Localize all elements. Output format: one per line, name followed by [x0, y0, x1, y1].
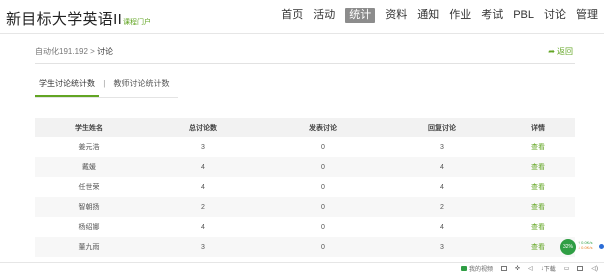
pin-icon[interactable]: ✜ [515, 265, 520, 272]
back-arrow-icon: ➦ [548, 47, 555, 56]
breadcrumb-bar: 自动化191.192 > 讨论 ➦ 返回 [35, 44, 575, 64]
table-row: 杨绍娜 4 0 4 查看 [35, 217, 575, 237]
col-replied: 回复讨论 [383, 118, 501, 137]
cell-total: 3 [143, 237, 263, 257]
table-row: 戴媛 4 0 4 查看 [35, 157, 575, 177]
cell-replied: 3 [383, 237, 501, 257]
stat-tabs: 学生讨论统计数 | 教师讨论统计数 [35, 78, 174, 98]
cell-posted: 0 [263, 157, 383, 177]
breadcrumb: 自动化191.192 > 讨论 [35, 46, 113, 57]
download-label: 下载 [543, 267, 556, 273]
browser-statusbar: 我的视频 ✜ ◁ ↓ 下载 ▭ ◁) [0, 262, 604, 273]
table-row: 任世荣 4 0 4 查看 [35, 177, 575, 197]
view-detail-link[interactable]: 查看 [501, 217, 575, 237]
cell-posted: 0 [321, 183, 325, 191]
cell-name: 戴媛 [35, 157, 143, 177]
discussion-stats-table: 学生姓名 总讨论数 发表讨论 回复讨论 详情 姜元浩 3 0 3 查看 戴媛 4 0 4 查看 任世… [35, 118, 575, 257]
tabs-divider [35, 97, 178, 98]
cell-name: 董九雨 [35, 237, 143, 257]
net-speed: ↑ 0.0K/s ↓ 0.0K/s [578, 240, 592, 250]
nav-item-6[interactable]: 考试 [481, 8, 503, 23]
view-detail-link[interactable]: 查看 [501, 197, 575, 217]
tablet-icon[interactable]: ▭ [564, 265, 570, 272]
top-navbar: 新目标大学英语II课程门户 首页 活动 统计 资料 通知 作业 考试 PBL 讨论 管理 [0, 0, 604, 34]
breadcrumb-current: 讨论 [97, 47, 114, 56]
breadcrumb-parent[interactable]: 自动化191.192 [35, 47, 88, 56]
nav-item-0[interactable]: 首页 [281, 8, 303, 23]
tab-separator: | [103, 79, 106, 88]
widget-dot-icon [599, 244, 604, 249]
nav-item-5[interactable]: 作业 [449, 8, 471, 23]
download-button[interactable]: ↓ 下载 [541, 264, 556, 273]
cell-replied: 4 [440, 223, 444, 231]
network-speed-widget[interactable]: 32% ↑ 0.0K/s ↓ 0.0K/s [560, 238, 604, 256]
cell-total: 4 [143, 157, 263, 177]
col-student-name: 学生姓名 [35, 118, 143, 137]
cell-replied: 3 [440, 143, 444, 151]
course-brand[interactable]: 新目标大学英语II课程门户 [6, 8, 151, 29]
course-title: 新目标大学英语II [6, 11, 123, 28]
tab-teacher-discussion[interactable]: 教师讨论统计数 [110, 78, 174, 95]
volume-icon[interactable]: ◁) [591, 265, 598, 272]
cell-name: 智朝扬 [35, 197, 143, 217]
cell-name: 任世荣 [78, 184, 100, 191]
table-row: 董九雨 3 0 3 查看 [35, 237, 575, 257]
cell-replied: 4 [383, 157, 501, 177]
main-nav: 首页 活动 统计 资料 通知 作业 考试 PBL 讨论 管理 [271, 8, 598, 23]
nav-item-3[interactable]: 资料 [385, 8, 407, 23]
cell-posted: 0 [321, 223, 325, 231]
breadcrumb-separator: > [90, 47, 95, 56]
view-detail-link[interactable]: 查看 [501, 177, 575, 197]
cell-replied: 4 [440, 183, 444, 191]
my-video-label: 我的视频 [469, 267, 494, 273]
cell-total: 4 [201, 183, 205, 191]
sound-off-icon[interactable]: ◁ [528, 265, 533, 272]
cell-name: 杨绍娜 [78, 224, 100, 231]
screenshot-icon[interactable] [501, 266, 508, 271]
cell-posted: 0 [321, 143, 325, 151]
col-detail: 详情 [501, 118, 575, 137]
cell-posted: 0 [263, 197, 383, 217]
nav-item-7[interactable]: PBL [513, 8, 534, 23]
view-detail-link[interactable]: 查看 [501, 157, 575, 177]
course-portal-label: 课程门户 [123, 19, 152, 26]
table-header-row: 学生姓名 总讨论数 发表讨论 回复讨论 详情 [35, 118, 575, 137]
col-total: 总讨论数 [143, 118, 263, 137]
back-label: 返回 [557, 47, 573, 56]
tab-student-discussion[interactable]: 学生讨论统计数 [35, 78, 99, 97]
col-posted: 发表讨论 [263, 118, 383, 137]
nav-item-9[interactable]: 管理 [576, 8, 598, 23]
cell-total: 2 [143, 197, 263, 217]
view-detail-link[interactable]: 查看 [501, 137, 575, 157]
cell-replied: 2 [383, 197, 501, 217]
cell-name: 姜元浩 [78, 144, 100, 151]
nav-item-4[interactable]: 通知 [417, 8, 439, 23]
table-row: 姜元浩 3 0 3 查看 [35, 137, 575, 157]
window-icon[interactable] [577, 266, 584, 271]
cell-total: 4 [201, 223, 205, 231]
back-button[interactable]: ➦ 返回 [548, 46, 573, 57]
usage-gauge: 32% [560, 239, 576, 255]
my-video-button[interactable]: 我的视频 [461, 264, 493, 273]
nav-item-1[interactable]: 活动 [313, 8, 335, 23]
cell-total: 3 [201, 143, 205, 151]
download-speed: ↓ 0.0K/s [578, 245, 593, 250]
nav-item-2[interactable]: 统计 [345, 8, 376, 23]
nav-item-8[interactable]: 讨论 [544, 8, 566, 23]
cell-posted: 0 [263, 237, 383, 257]
table-row: 智朝扬 2 0 2 查看 [35, 197, 575, 217]
video-icon [461, 266, 468, 271]
